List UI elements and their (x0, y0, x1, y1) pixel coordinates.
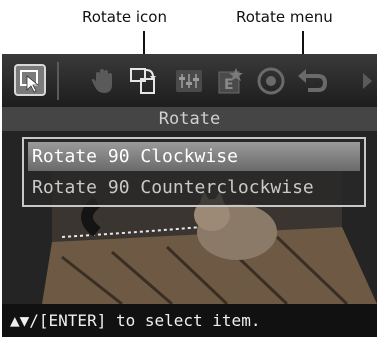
rotate-icon-callout: Rotate icon (82, 8, 167, 26)
rotate-icon[interactable] (128, 66, 158, 96)
menu-item-rotate-counterclockwise[interactable]: Rotate 90 Counterclockwise (28, 173, 360, 202)
status-bar: ▲▼/[ENTER] to select item. (2, 304, 377, 337)
page-title: Rotate (2, 107, 377, 131)
eye-icon[interactable] (256, 66, 286, 96)
menu-item-rotate-clockwise[interactable]: Rotate 90 Clockwise (28, 142, 360, 171)
toolbar-divider (57, 62, 59, 100)
adjust-icon[interactable] (174, 66, 204, 96)
select-icon[interactable] (14, 64, 46, 96)
hand-icon[interactable] (88, 66, 118, 96)
rotate-menu-callout: Rotate menu (236, 8, 333, 26)
right-arrow-icon[interactable] (360, 66, 377, 96)
rotate-menu: Rotate 90 Clockwise Rotate 90 Counterclo… (22, 137, 366, 207)
undo-icon[interactable] (296, 66, 328, 96)
photo-preview: Rotate Rotate 90 Clockwise Rotate 90 Cou… (2, 107, 377, 304)
edit-icon[interactable]: E (216, 66, 246, 96)
toolbar: E (2, 54, 377, 107)
camera-screen: E Rotate Rotate 90 Clockwise Rotate 90 C… (2, 54, 377, 337)
